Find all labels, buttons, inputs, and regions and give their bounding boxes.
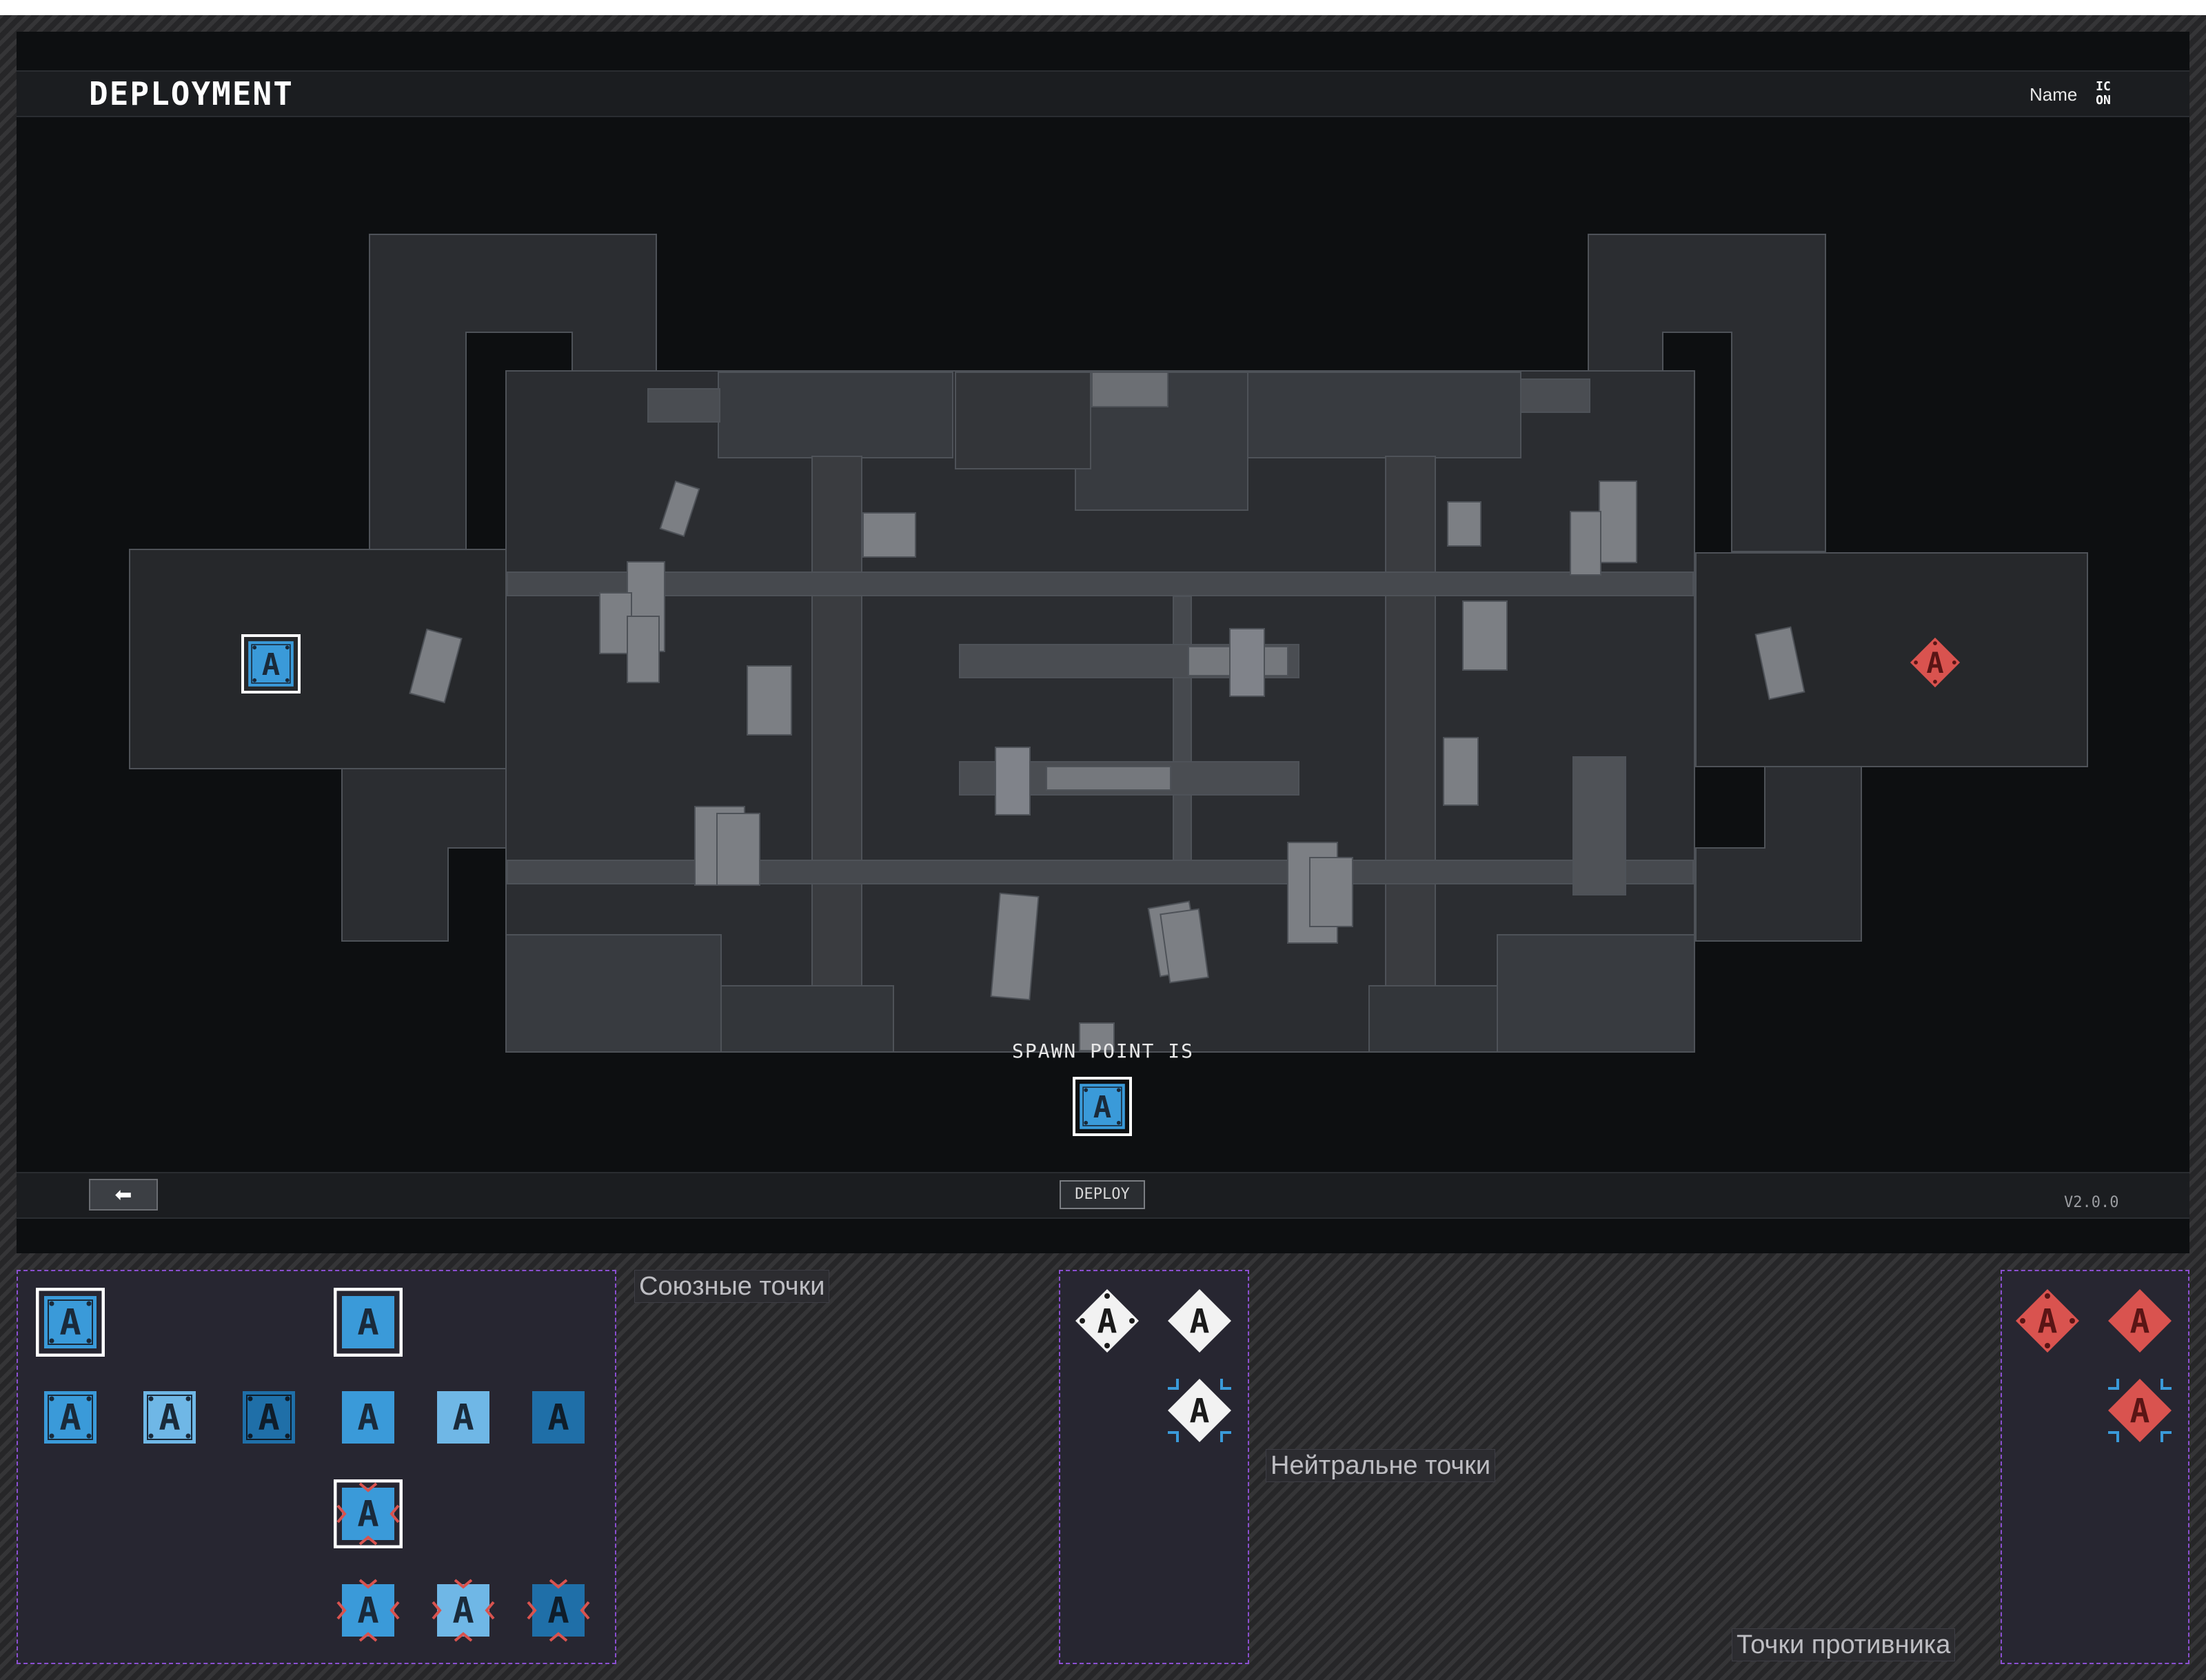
svg-text:A: A (357, 1494, 378, 1535)
svg-text:A: A (452, 1397, 474, 1439)
allied-contested-dark-icon[interactable]: A (524, 1576, 593, 1648)
allied-icon[interactable]: A (36, 1383, 105, 1455)
svg-text:A: A (159, 1397, 180, 1439)
svg-text:A: A (2130, 1302, 2150, 1341)
allied-dark-plain-icon[interactable]: A (524, 1383, 593, 1455)
allied-contested-light-icon[interactable]: A (429, 1576, 498, 1648)
icon-sheet (0, 0, 2206, 1680)
allied-light-icon[interactable]: A (135, 1383, 204, 1455)
neutral-targeted-icon[interactable]: A (1165, 1376, 1234, 1448)
svg-text:A: A (1190, 1392, 1210, 1430)
svg-text:A: A (2038, 1302, 2058, 1341)
svg-text:A: A (357, 1397, 378, 1439)
svg-text:A: A (59, 1302, 81, 1344)
allied-light-plain-icon[interactable]: A (429, 1383, 498, 1455)
enemy-targeted-icon[interactable]: A (2105, 1376, 2174, 1448)
neutral-dotted-icon[interactable]: A (1073, 1286, 1142, 1358)
svg-text:A: A (2130, 1392, 2150, 1430)
svg-text:A: A (452, 1590, 474, 1632)
neutral-icon[interactable]: A (1165, 1286, 1234, 1358)
svg-text:A: A (357, 1302, 378, 1344)
enemy-dotted-icon[interactable]: A (2013, 1286, 2082, 1358)
svg-text:A: A (357, 1590, 378, 1632)
allied-contested-icon[interactable]: A (334, 1576, 403, 1648)
allied-contested-framed-icon[interactable]: A (333, 1479, 403, 1551)
svg-text:A: A (1097, 1302, 1117, 1341)
allied-plain-icon[interactable]: A (334, 1383, 403, 1455)
svg-text:A: A (547, 1590, 569, 1632)
allied-framed-plain-icon[interactable]: A (333, 1287, 403, 1359)
svg-text:A: A (1190, 1302, 1210, 1341)
svg-text:A: A (59, 1397, 81, 1439)
svg-text:A: A (547, 1397, 569, 1439)
svg-text:A: A (258, 1397, 279, 1439)
enemy-icon[interactable]: A (2105, 1286, 2174, 1358)
allied-dark-icon[interactable]: A (234, 1383, 303, 1455)
allied-framed-icon[interactable]: A (35, 1287, 105, 1359)
